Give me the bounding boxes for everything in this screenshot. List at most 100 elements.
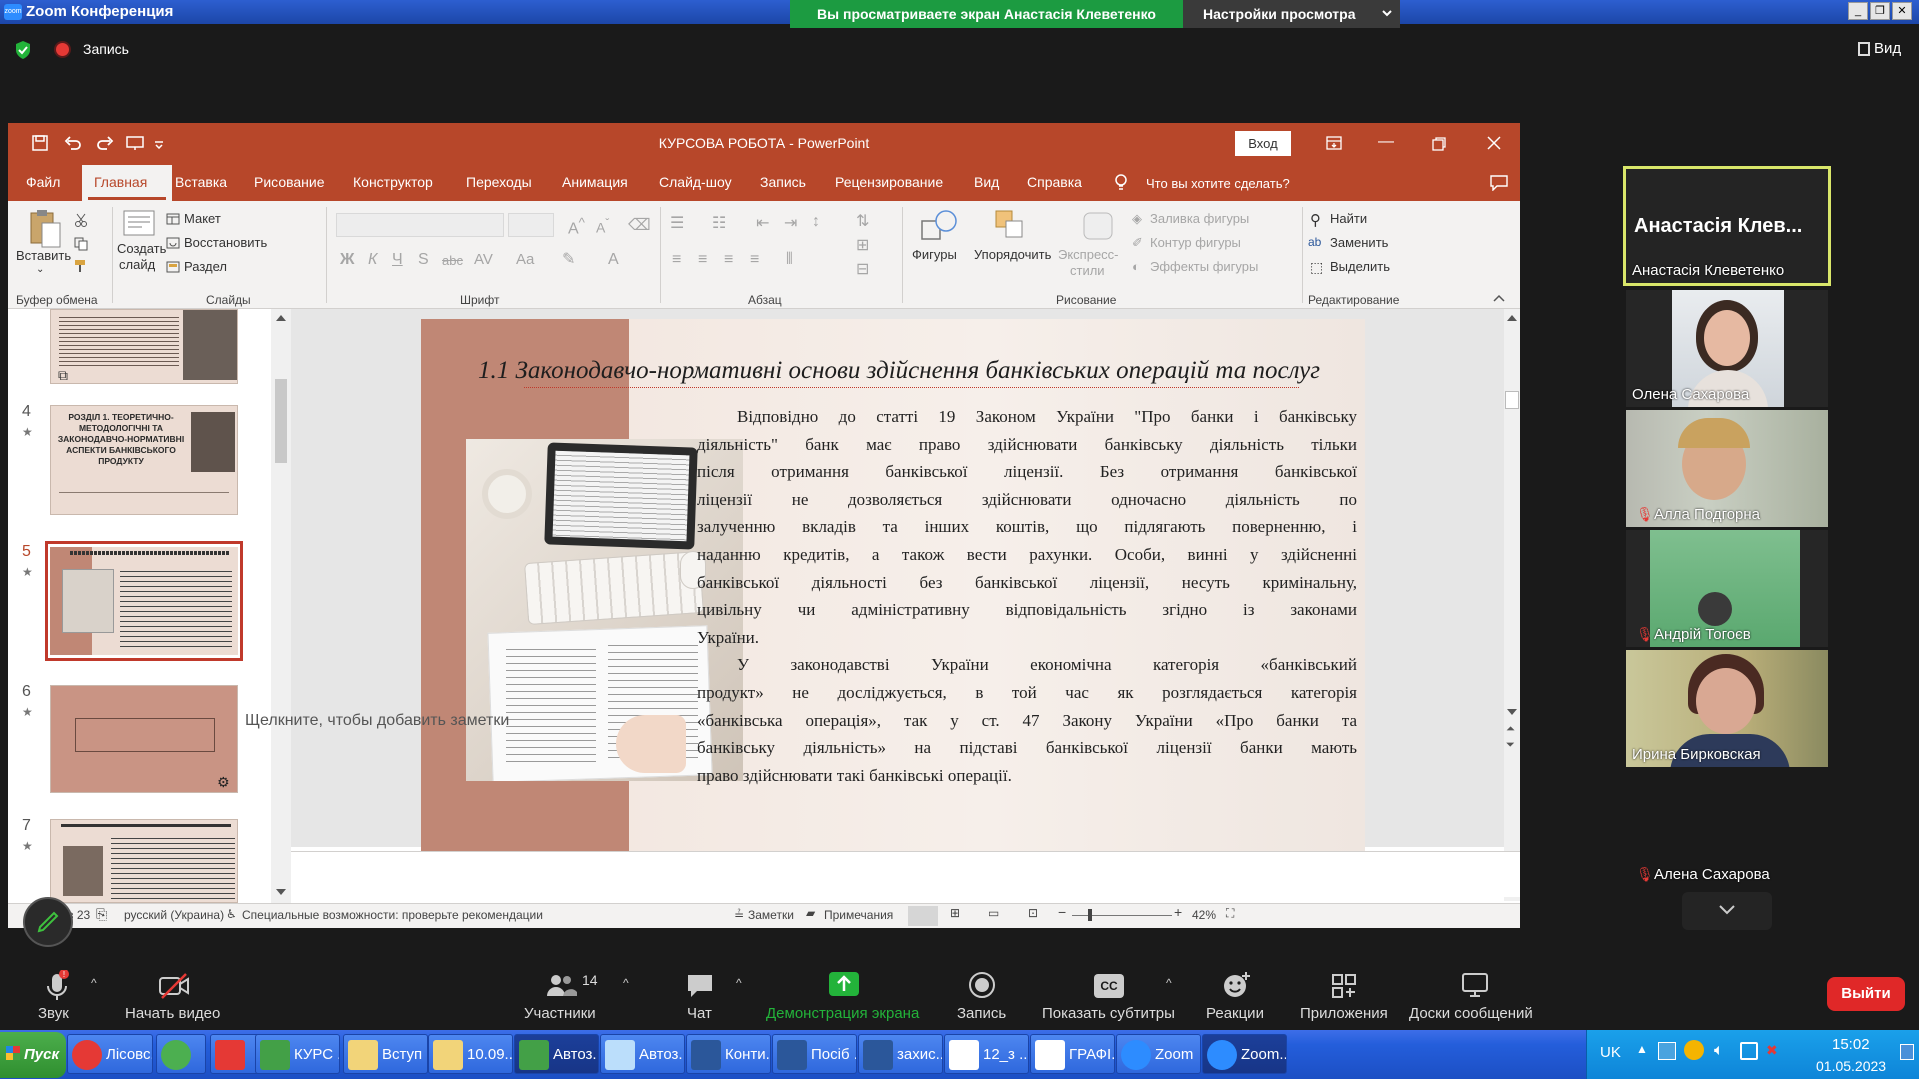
participant-active-speaker[interactable]: Анастасія Клев... Анастасія Клеветенко xyxy=(1623,166,1831,286)
video-off-icon[interactable] xyxy=(158,972,192,1000)
slide-thumbnail[interactable] xyxy=(50,309,238,384)
tab-file[interactable]: Файл xyxy=(26,174,60,190)
lightbulb-icon[interactable] xyxy=(1114,173,1128,191)
taskbar-button[interactable]: Zoom xyxy=(1116,1034,1201,1074)
scroll-down-icon[interactable] xyxy=(1507,709,1517,715)
collapse-ribbon-icon[interactable] xyxy=(1492,293,1506,303)
tab-design[interactable]: Конструктор xyxy=(353,174,433,190)
shapes-button[interactable]: Фигуры xyxy=(912,247,957,262)
notes-pane[interactable] xyxy=(291,851,1520,897)
tab-view[interactable]: Вид xyxy=(974,174,999,190)
captions-label[interactable]: Показать субтитры xyxy=(1042,1005,1175,1022)
highlight-icon[interactable]: ✎ xyxy=(562,249,575,269)
slide-canvas[interactable]: 1.1 Законодавчо-нормативні основи здійсн… xyxy=(421,319,1365,851)
tab-draw[interactable]: Рисование xyxy=(254,174,325,190)
security-tray-icon[interactable] xyxy=(1684,1040,1704,1060)
shape-outline-icon[interactable]: ✐ xyxy=(1132,235,1143,251)
show-desktop-icon[interactable] xyxy=(1900,1044,1914,1060)
section-icon[interactable] xyxy=(166,261,180,273)
tell-me-search[interactable]: Что вы хотите сделать? xyxy=(1146,176,1290,191)
taskbar-button[interactable]: Автоз... xyxy=(600,1034,685,1074)
line-spacing-icon[interactable]: ↕ xyxy=(812,213,820,231)
minimize-button[interactable]: _ xyxy=(1848,2,1868,20)
decrease-font-icon[interactable]: Aˇ xyxy=(596,217,609,236)
participants-label[interactable]: Участники xyxy=(524,1005,596,1022)
taskbar-button[interactable]: захис... xyxy=(858,1034,943,1074)
editor-scrollbar[interactable]: ⏶ ⏷ xyxy=(1504,309,1520,901)
whiteboards-label[interactable]: Доски сообщений xyxy=(1409,1005,1533,1022)
taskbar-button[interactable]: ГРАФІ... xyxy=(1030,1034,1115,1074)
new-slide-icon[interactable] xyxy=(122,209,156,239)
reset-button[interactable]: Восстановить xyxy=(184,235,267,250)
increase-font-icon[interactable]: A^ xyxy=(568,215,585,238)
bullets-icon[interactable]: ☰ xyxy=(670,213,684,233)
microphone-icon[interactable]: ! xyxy=(44,970,70,1004)
thumbnails-scrollbar[interactable] xyxy=(271,309,291,903)
italic-icon[interactable]: К xyxy=(368,251,377,269)
participant-tile[interactable]: Ирина Бирковская xyxy=(1626,650,1828,767)
slide-thumbnail-active[interactable] xyxy=(50,547,238,655)
numbering-icon[interactable]: ☷ xyxy=(712,213,726,233)
align-center-icon[interactable]: ≡ xyxy=(698,251,707,269)
signin-button[interactable]: Вход xyxy=(1235,131,1291,156)
align-text-icon[interactable]: ⊞ xyxy=(856,235,869,255)
slide-thumbnail[interactable] xyxy=(50,819,238,903)
audio-label[interactable]: Звук xyxy=(38,1005,69,1022)
restore-button[interactable]: ❐ xyxy=(1870,2,1890,20)
quick-styles-label-2[interactable]: стили xyxy=(1070,263,1105,278)
start-video-label[interactable]: Начать видео xyxy=(125,1005,220,1022)
taskbar-button[interactable]: Конти... xyxy=(686,1034,771,1074)
scroll-up-icon[interactable] xyxy=(276,315,286,321)
font-name-select[interactable] xyxy=(336,213,504,237)
taskbar-button[interactable]: Лісовс... xyxy=(67,1034,153,1074)
slide-body[interactable]: Відповідно до статті 19 Законом України … xyxy=(697,403,1357,789)
participant-tile[interactable]: 🎙︎ Андрій Тогоєв xyxy=(1626,530,1828,647)
slide-thumbnail[interactable]: РОЗДІЛ 1. ТЕОРЕТИЧНО-МЕТОДОЛОГІЧНІ ТА ЗА… xyxy=(50,405,238,515)
reactions-icon[interactable] xyxy=(1222,970,1252,1000)
more-participants-button[interactable] xyxy=(1682,892,1772,930)
taskbar-button[interactable]: 12_з ... xyxy=(944,1034,1029,1074)
tab-transitions[interactable]: Переходы xyxy=(466,174,532,190)
scroll-up-icon[interactable] xyxy=(1507,315,1517,321)
bold-icon[interactable]: Ж xyxy=(340,251,354,269)
comments-toggle[interactable]: Примечания xyxy=(824,908,893,922)
participant-tile[interactable]: 🎙︎ Алла Подгорна xyxy=(1626,410,1828,527)
strike-icon[interactable]: abc xyxy=(442,253,463,268)
layout-button[interactable]: Макет xyxy=(184,211,221,226)
display-tray-icon[interactable] xyxy=(1740,1042,1758,1060)
spellcheck-icon[interactable]: ⎘ xyxy=(96,906,107,923)
normal-view-button[interactable] xyxy=(908,906,938,926)
replace-icon[interactable]: ab xyxy=(1308,235,1321,249)
shape-fill-button[interactable]: Заливка фигуры xyxy=(1150,211,1249,226)
slide-thumbnail[interactable]: ⚙ xyxy=(50,685,238,793)
taskbar-button[interactable] xyxy=(156,1034,206,1074)
paste-icon[interactable] xyxy=(28,209,62,249)
taskbar-button[interactable]: Zoom... xyxy=(1202,1034,1287,1074)
chat-icon[interactable] xyxy=(685,972,715,1000)
find-button[interactable]: Найти xyxy=(1330,211,1367,226)
font-color-icon[interactable]: A xyxy=(608,251,619,269)
next-slide-icon[interactable]: ⏷ xyxy=(1506,739,1515,752)
view-settings-button[interactable]: Настройки просмотра xyxy=(1183,0,1400,28)
paste-dropdown-icon[interactable]: ⌄ xyxy=(36,264,44,275)
zoom-level[interactable]: 42% xyxy=(1192,908,1216,922)
select-button[interactable]: Выделить xyxy=(1330,259,1390,274)
find-icon[interactable]: ⚲ xyxy=(1310,211,1321,229)
share-screen-icon[interactable] xyxy=(829,972,859,996)
accessibility-icon[interactable]: ♿ xyxy=(226,907,237,921)
zoom-out-icon[interactable]: − xyxy=(1058,904,1066,920)
alert-tray-icon[interactable]: ✖ xyxy=(1766,1042,1778,1059)
clock-date[interactable]: 01.05.2023 xyxy=(1816,1058,1886,1074)
clock-time[interactable]: 15:02 xyxy=(1832,1036,1870,1053)
ppt-restore-icon[interactable] xyxy=(1432,137,1446,151)
text-direction-icon[interactable]: ⇅ xyxy=(856,211,869,231)
language-status[interactable]: русский (Украина) xyxy=(124,908,224,922)
tab-home[interactable]: Главная xyxy=(94,174,147,190)
captions-options-chevron-icon[interactable]: ^ xyxy=(1166,976,1172,990)
taskbar-button[interactable] xyxy=(210,1034,260,1074)
select-icon[interactable]: ⬚ xyxy=(1310,259,1323,276)
taskbar-button[interactable]: 10.09.... xyxy=(428,1034,513,1074)
volume-icon[interactable]: 🔈︎ xyxy=(1714,1042,1724,1060)
recording-label[interactable]: Запись xyxy=(83,41,129,57)
ribbon-display-icon[interactable] xyxy=(1326,135,1342,151)
